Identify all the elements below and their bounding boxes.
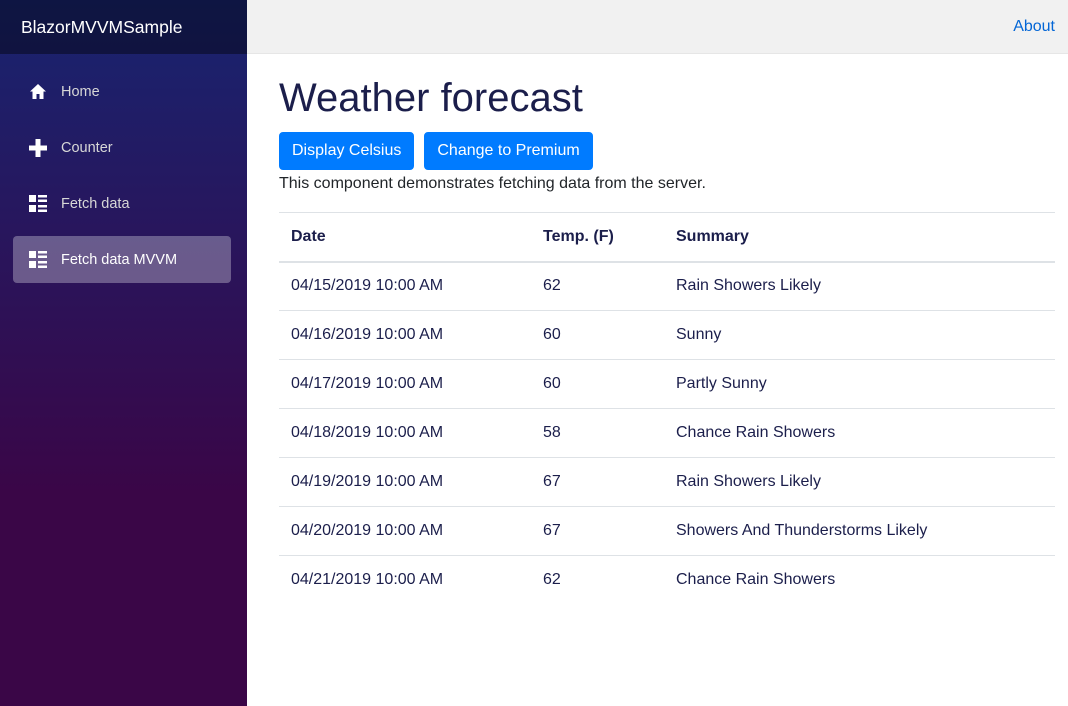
cell-date: 04/16/2019 10:00 AM [279,310,531,360]
change-to-premium-button[interactable]: Change to Premium [424,132,593,170]
cell-temp: 60 [531,310,664,360]
cell-summary: Sunny [664,310,1055,360]
table-row: 04/16/2019 10:00 AM 60 Sunny [279,310,1055,360]
home-icon [28,82,47,101]
table-header-row: Date Temp. (F) Summary [279,212,1055,263]
cell-temp: 58 [531,408,664,458]
table-row: 04/15/2019 10:00 AM 62 Rain Showers Like… [279,261,1055,311]
page-content: Weather forecast Display Celsius Change … [247,54,1068,605]
cell-summary: Rain Showers Likely [664,457,1055,507]
sidebar-item-fetch-data-mvvm[interactable]: Fetch data MVVM [13,236,231,283]
brand-bar: BlazorMVVMSample [0,0,247,54]
table-row: 04/20/2019 10:00 AM 67 Showers And Thund… [279,506,1055,556]
cell-temp: 62 [543,571,561,589]
cell-temp: 67 [531,506,664,556]
column-header-date: Date [279,212,531,263]
cell-date: 04/17/2019 10:00 AM [279,359,531,409]
sidebar-item-label: Fetch data [61,195,130,212]
sidebar-item-label: Fetch data MVVM [61,251,178,268]
main-area: About Weather forecast Display Celsius C… [247,0,1068,706]
sidebar-item-counter[interactable]: Counter [13,124,231,171]
sidebar-item-fetch-data[interactable]: Fetch data [13,180,231,227]
table-header: Date Temp. (F) Summary [279,212,1055,263]
table-row: 04/21/2019 10:00 AM 62 Chance Rain Showe… [279,556,1055,605]
page-title: Weather forecast [279,76,583,120]
cell-temp: 67 [531,457,664,507]
plus-icon [28,138,47,157]
page-description: This component demonstrates fetching dat… [279,175,706,192]
table-row: 04/17/2019 10:00 AM 60 Partly Sunny [279,359,1055,409]
column-header-summary: Summary [664,212,1055,263]
cell-date: 04/20/2019 10:00 AM [279,506,531,556]
cell-temp: 62 [531,261,664,311]
list-rich-icon [28,250,47,269]
column-header-temp: Temp. (F) [531,212,664,263]
cell-date: 04/18/2019 10:00 AM [279,408,531,458]
cell-summary: Showers And Thunderstorms Likely [664,506,1055,556]
table-row: 04/19/2019 10:00 AM 67 Rain Showers Like… [279,457,1055,507]
sidebar-item-label: Counter [61,139,113,156]
app-root: BlazorMVVMSample Home Counter Fetch data… [0,0,1068,706]
cell-date: 04/19/2019 10:00 AM [279,457,531,507]
cell-summary: Chance Rain Showers [664,408,1055,458]
top-bar: About [247,0,1068,54]
list-rich-icon [28,194,47,213]
sidebar-item-label: Home [61,83,100,100]
about-link[interactable]: About [1013,18,1055,36]
cell-date: 04/15/2019 10:00 AM [279,261,531,311]
sidebar-item-home[interactable]: Home [13,68,231,115]
cell-summary: Partly Sunny [664,359,1055,409]
table-row: 04/18/2019 10:00 AM 58 Chance Rain Showe… [279,408,1055,458]
button-row: Display Celsius Change to Premium [279,132,1055,170]
brand-link[interactable]: BlazorMVVMSample [21,17,182,38]
cell-date: 04/21/2019 10:00 AM [291,571,444,589]
cell-summary: Chance Rain Showers [676,571,836,589]
table-body: 04/15/2019 10:00 AM 62 Rain Showers Like… [279,261,1055,605]
display-celsius-button[interactable]: Display Celsius [279,132,415,170]
nav-menu: Home Counter Fetch data Fetch data MVVM [0,54,247,283]
cell-temp: 60 [531,359,664,409]
sidebar: BlazorMVVMSample Home Counter Fetch data… [0,0,247,706]
cell-summary: Rain Showers Likely [664,261,1055,311]
forecast-table: Date Temp. (F) Summary 04/15/2019 10:00 … [279,212,1055,605]
